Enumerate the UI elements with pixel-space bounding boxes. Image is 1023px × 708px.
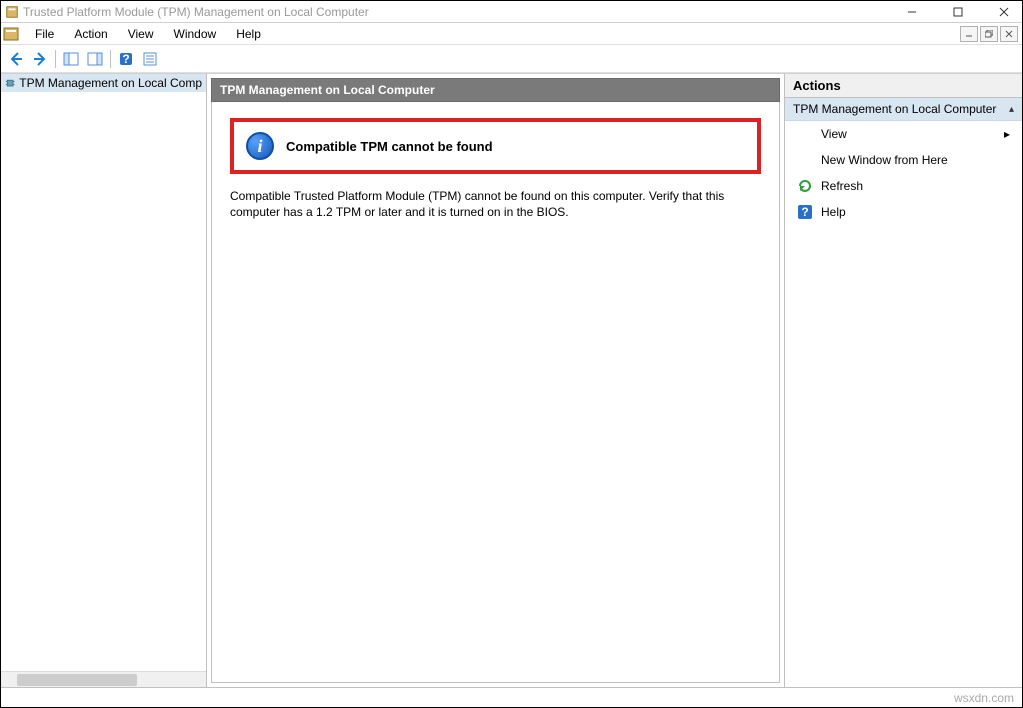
action-label: New Window from Here [821,153,948,167]
tpm-not-found-alert: i Compatible TPM cannot be found [230,118,761,174]
scrollbar-thumb[interactable] [17,674,137,686]
menu-help[interactable]: Help [226,25,271,43]
action-new-window[interactable]: New Window from Here [785,147,1022,173]
window-controls [898,1,1018,22]
close-button[interactable] [990,1,1018,22]
content-body: i Compatible TPM cannot be found Compati… [211,102,780,683]
mdi-restore-button[interactable] [980,26,998,42]
console-tree-pane: TPM Management on Local Comp [1,74,207,687]
menubar: File Action View Window Help [1,23,1022,45]
action-label: Refresh [821,179,863,193]
chip-icon [5,76,15,90]
alert-description: Compatible Trusted Platform Module (TPM)… [230,188,750,220]
show-hide-action-pane-button[interactable] [84,48,106,70]
mdi-controls [960,26,1020,42]
toolbar: ? [1,45,1022,73]
blank-icon [797,126,813,142]
svg-text:?: ? [122,52,129,66]
action-view[interactable]: View ▸ [785,121,1022,147]
tree-horizontal-scrollbar[interactable] [1,671,206,687]
help-button[interactable]: ? [115,48,137,70]
tree-node-label: TPM Management on Local Comp [19,76,202,90]
action-label: Help [821,205,846,219]
watermark: wsxdn.com [954,691,1014,705]
collapse-arrow-icon: ▴ [1009,104,1014,115]
maximize-button[interactable] [944,1,972,22]
properties-button[interactable] [139,48,161,70]
mdi-close-button[interactable] [1000,26,1018,42]
menu-file[interactable]: File [25,25,64,43]
refresh-icon [797,178,813,194]
window-title: Trusted Platform Module (TPM) Management… [23,5,898,19]
alert-title: Compatible TPM cannot be found [286,139,493,154]
content-header: TPM Management on Local Computer [211,78,780,102]
main-body: TPM Management on Local Comp TPM Managem… [1,73,1022,687]
blank-icon [797,152,813,168]
mdi-minimize-button[interactable] [960,26,978,42]
action-refresh[interactable]: Refresh [785,173,1022,199]
tree-node-tpm-management[interactable]: TPM Management on Local Comp [1,74,206,92]
actions-group-label: TPM Management on Local Computer [793,102,996,116]
submenu-arrow-icon: ▸ [1004,127,1010,141]
show-hide-console-tree-button[interactable] [60,48,82,70]
toolbar-separator [55,50,56,68]
content-pane: TPM Management on Local Computer i Compa… [207,74,785,687]
menu-view[interactable]: View [118,25,164,43]
actions-group-title[interactable]: TPM Management on Local Computer ▴ [785,98,1022,121]
statusbar: wsxdn.com [1,687,1022,707]
svg-text:?: ? [801,205,808,219]
app-window: Trusted Platform Module (TPM) Management… [0,0,1023,708]
menu-window[interactable]: Window [164,25,227,43]
mmc-icon [3,26,19,42]
toolbar-separator [110,50,111,68]
titlebar: Trusted Platform Module (TPM) Management… [1,1,1022,23]
actions-pane: Actions TPM Management on Local Computer… [785,74,1022,687]
actions-header: Actions [785,74,1022,98]
help-icon: ? [797,204,813,220]
forward-button[interactable] [29,48,51,70]
info-icon: i [246,132,274,160]
actions-body: TPM Management on Local Computer ▴ View … [785,98,1022,687]
minimize-button[interactable] [898,1,926,22]
app-icon [5,5,19,19]
action-help[interactable]: ? Help [785,199,1022,225]
back-button[interactable] [5,48,27,70]
action-label: View [821,127,847,141]
menu-action[interactable]: Action [64,25,117,43]
